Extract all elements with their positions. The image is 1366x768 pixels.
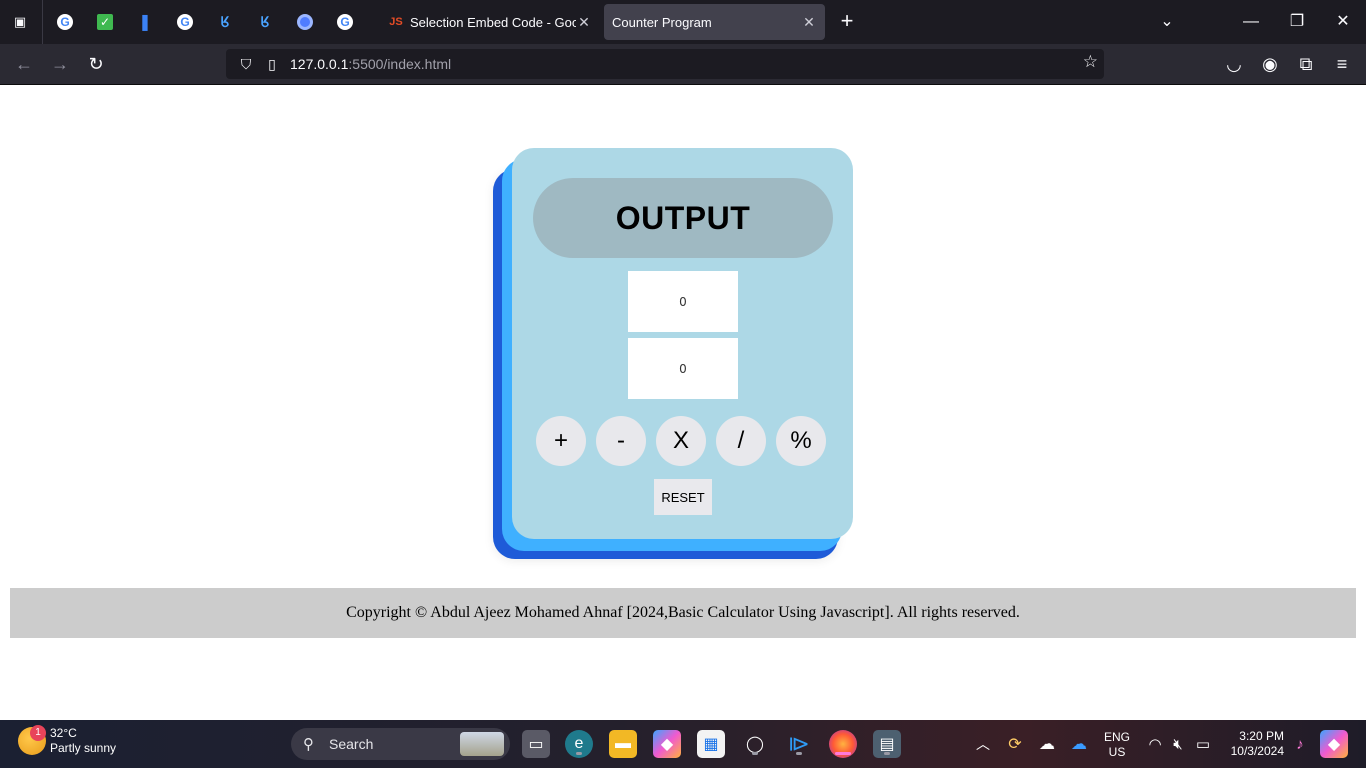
url-path: :5500/index.html	[348, 56, 452, 72]
clock-time: 3:20 PM	[1239, 729, 1284, 743]
language-primary: ENG	[1104, 730, 1131, 744]
bookmark-star-icon[interactable]: ☆	[1083, 52, 1098, 72]
js-favicon-icon: JS	[389, 16, 403, 28]
taskbar: 1 32°C Partly sunny ⚲ Search ▭ e ▬ ◆ ▦ ◯…	[0, 720, 1366, 768]
tab-title: Counter Program	[612, 14, 712, 30]
tab-title: Selection Embed Code - Google	[410, 14, 576, 30]
url-text[interactable]: 127.0.0.1:5500/index.html	[290, 56, 451, 72]
first-number-input[interactable]	[628, 271, 738, 332]
openvpn-icon[interactable]: ◯	[741, 730, 769, 758]
vscode-icon[interactable]: ⧐	[785, 730, 813, 758]
clock[interactable]: 3:20 PM 10/3/2024	[1226, 729, 1284, 759]
battery-icon[interactable]: ▭	[1189, 730, 1217, 758]
weather-widget[interactable]: 1 32°C Partly sunny	[18, 725, 117, 756]
forward-arrow-icon[interactable]: →	[48, 52, 72, 76]
new-tab-button[interactable]: +	[836, 10, 858, 34]
divide-button[interactable]: /	[716, 416, 766, 466]
copilot-icon[interactable]: ◆	[653, 730, 681, 758]
url-host: 127.0.0.1	[290, 56, 349, 72]
sync-icon[interactable]: ⟳	[1001, 730, 1029, 758]
calculator: OUTPUT + - X / % RESET	[492, 148, 854, 560]
language-indicator[interactable]: ENG US	[1104, 730, 1130, 760]
cloud-error-icon[interactable]: ☁	[1033, 730, 1061, 758]
url-bar[interactable]: ⛉ ▯ 127.0.0.1:5500/index.html ☆	[226, 49, 1104, 79]
account-icon[interactable]: ◉	[1258, 52, 1282, 76]
footer: Copyright © Abdul Ajeez Mohamed Ahnaf [2…	[10, 588, 1356, 638]
taskbar-search[interactable]: ⚲ Search	[291, 728, 510, 760]
edge-dev-icon[interactable]: e	[565, 730, 593, 758]
onedrive-icon[interactable]: ☁	[1065, 730, 1093, 758]
weather-desc: Partly sunny	[50, 741, 117, 755]
extensions-icon[interactable]: ⧉	[1294, 52, 1318, 76]
search-highlight-image	[460, 732, 504, 756]
pinned-tab-check-icon[interactable]: ✓	[97, 14, 113, 30]
language-secondary: US	[1108, 745, 1126, 759]
show-hidden-icons-icon[interactable]: ︿	[969, 730, 997, 758]
browser-tab-bar: ▣ G ✓ ❚ G ᖉ ᖉ G JS Selection Embed Code …	[0, 0, 1366, 44]
pinned-tab-bookmark-icon[interactable]: ❚	[135, 12, 155, 32]
pinned-tab-edu-icon[interactable]: ᖉ	[215, 12, 235, 32]
pinned-tab-target-icon[interactable]	[297, 14, 313, 30]
add-button[interactable]: +	[536, 416, 586, 466]
copyright-text: Copyright © Abdul Ajeez Mohamed Ahnaf [2…	[346, 604, 1020, 621]
close-window-icon[interactable]: ✕	[1332, 10, 1354, 34]
clock-date: 10/3/2024	[1230, 744, 1284, 758]
reset-button[interactable]: RESET	[654, 479, 712, 515]
tab-close-icon[interactable]: ✕	[801, 14, 817, 31]
search-icon: ⚲	[303, 736, 314, 753]
firefox-icon[interactable]	[829, 730, 857, 758]
list-all-tabs-icon[interactable]: ⌄	[1156, 10, 1178, 34]
minimize-icon[interactable]: —	[1240, 10, 1262, 34]
multiply-button[interactable]: X	[656, 416, 706, 466]
pocket-icon[interactable]: ◡	[1222, 52, 1246, 76]
calculator-app-icon[interactable]: ▤	[873, 730, 901, 758]
volume-muted-icon[interactable]: 🔇︎	[1164, 730, 1192, 758]
task-view-icon[interactable]: ▭	[522, 730, 550, 758]
shield-icon[interactable]: ⛉	[232, 56, 260, 73]
file-explorer-icon[interactable]: ▬	[609, 730, 637, 758]
notification-bell-icon[interactable]: ♪	[1286, 730, 1314, 758]
back-arrow-icon[interactable]: ←	[12, 52, 36, 76]
pinned-tab-edu-icon[interactable]: ᖉ	[255, 12, 275, 32]
pinned-tab-google-icon[interactable]: G	[57, 14, 73, 30]
pinned-tab-google-icon[interactable]: G	[177, 14, 193, 30]
reload-icon[interactable]: ↻	[84, 52, 108, 76]
modulo-button[interactable]: %	[776, 416, 826, 466]
tab-counter-program[interactable]: Counter Program ✕	[604, 4, 825, 40]
tab-close-icon[interactable]: ✕	[576, 14, 592, 31]
weather-sun-icon: 1	[18, 725, 46, 755]
browser-nav-bar: ← → ↻ ⛉ ▯ 127.0.0.1:5500/index.html ☆ ◡ …	[0, 44, 1366, 85]
copilot-pre-icon[interactable]: ◆	[1320, 730, 1348, 758]
search-label: Search	[329, 736, 374, 752]
tab-separator	[42, 0, 43, 44]
restore-icon[interactable]: ❐	[1286, 10, 1308, 34]
output-display: OUTPUT	[533, 178, 833, 258]
tab-overview-icon[interactable]: ▣	[10, 12, 30, 32]
menu-icon[interactable]: ≡	[1330, 52, 1354, 76]
windows-start-icon[interactable]	[254, 732, 278, 756]
pinned-tab-google-icon[interactable]: G	[337, 14, 353, 30]
store-icon[interactable]: ▦	[697, 730, 725, 758]
tab-selection-embed-code[interactable]: JS Selection Embed Code - Google ✕	[380, 4, 600, 40]
subtract-button[interactable]: -	[596, 416, 646, 466]
second-number-input[interactable]	[628, 338, 738, 399]
page-info-icon[interactable]: ▯	[260, 56, 284, 73]
weather-temp: 32°C	[50, 726, 77, 740]
weather-badge: 1	[30, 725, 46, 741]
